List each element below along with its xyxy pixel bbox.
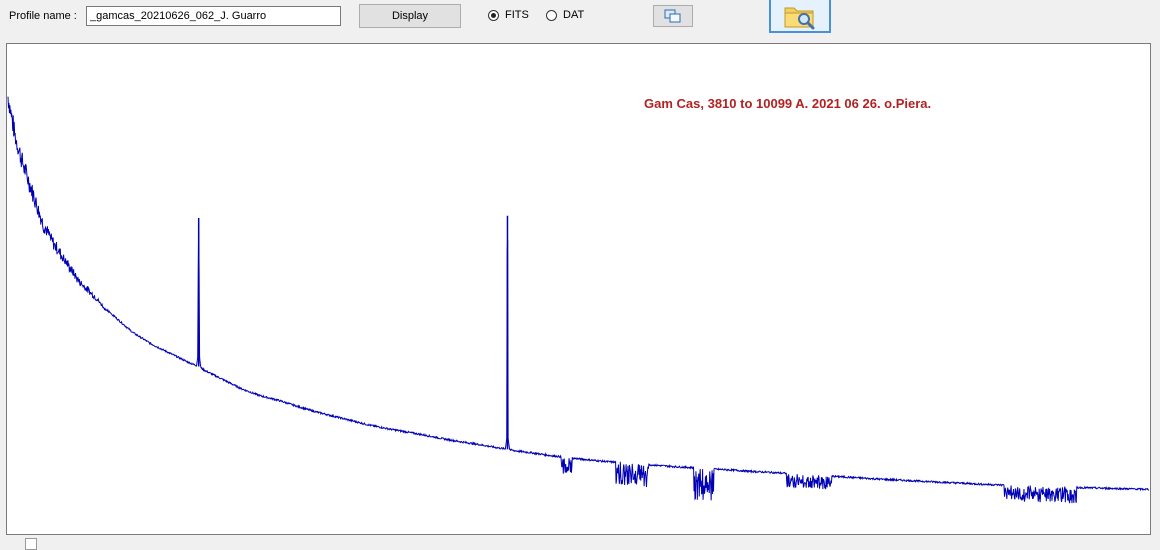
spectrum-chart bbox=[7, 96, 1150, 504]
copy-window-icon bbox=[664, 9, 681, 23]
radio-dat-label: DAT bbox=[563, 9, 585, 21]
spectrum-annotation: Gam Cas, 3810 to 10099 A. 2021 06 26. o.… bbox=[644, 96, 932, 111]
copy-button[interactable] bbox=[653, 5, 693, 27]
spectrum-plot-panel: Gam Cas, 3810 to 10099 A. 2021 06 26. o.… bbox=[6, 43, 1151, 535]
radio-fits-label: FITS bbox=[505, 9, 529, 21]
radio-fits[interactable]: FITS bbox=[488, 9, 529, 21]
radio-dat[interactable]: DAT bbox=[546, 9, 584, 21]
profile-name-input[interactable] bbox=[86, 6, 341, 26]
profile-name-label: Profile name : bbox=[9, 10, 77, 22]
spectrum-series-line bbox=[7, 96, 1150, 504]
radio-fits-indicator[interactable] bbox=[488, 9, 499, 21]
right-edge bbox=[1151, 43, 1160, 535]
bottom-checkbox[interactable] bbox=[25, 538, 37, 550]
toolbar: Profile name : Display FITS DAT bbox=[0, 0, 1160, 40]
folder-search-icon bbox=[784, 7, 815, 29]
bottom-strip bbox=[0, 535, 1160, 542]
radio-dat-indicator[interactable] bbox=[546, 9, 557, 21]
open-file-button[interactable] bbox=[769, 0, 831, 33]
display-button[interactable]: Display bbox=[359, 4, 461, 28]
